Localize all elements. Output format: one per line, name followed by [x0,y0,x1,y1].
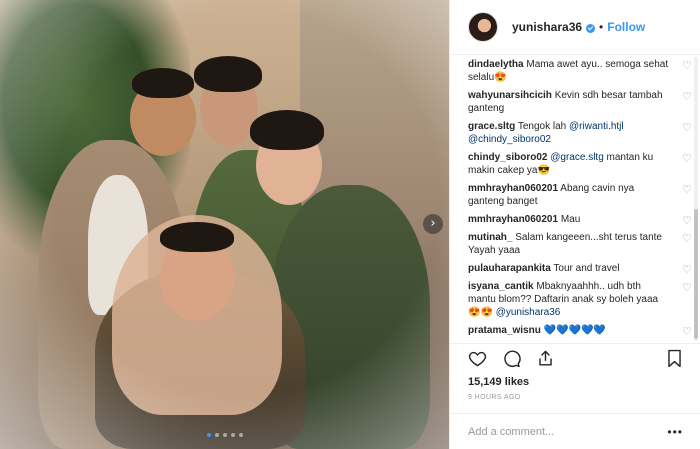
scrollbar-thumb[interactable] [694,209,698,339]
small-heart-icon[interactable]: ♡ [682,153,693,164]
comment-item: pulauharapankita Tour and travel ♡ [468,262,692,275]
follow-button[interactable]: Follow [607,20,645,34]
comments-list: dindaelytha Mama awet ayu.. semoga sehat… [450,55,700,342]
comment-username[interactable]: mmhrayhan060201 [468,214,558,225]
comment-username[interactable]: wahyunarsihcicih [468,90,552,101]
comment-item: mutinah_ Salam kangeeen...sht terus tant… [468,231,692,257]
header-username[interactable]: yunishara36 [512,20,582,34]
carousel-dot[interactable] [238,433,243,437]
comment-item: chindy_siboro02 @grace.sltg mantan ku ma… [468,151,692,177]
comment-username[interactable]: pratama_wisnu [468,325,541,336]
small-heart-icon[interactable]: ♡ [682,122,693,133]
post-photo[interactable]: › [0,0,449,449]
post-timestamp[interactable]: 9 HOURS AGO [468,394,521,401]
carousel-indicator [0,433,449,437]
carousel-dot[interactable] [230,433,235,437]
likes-count[interactable]: 15,149 likes [468,376,529,388]
comment-mention-link[interactable]: @riwanti.htjl [569,121,624,132]
comment-item: grace.sltg Tengok lah @riwanti.htjl @chi… [468,120,692,146]
comment-username[interactable]: pulauharapankita [468,263,551,274]
small-heart-icon[interactable]: ♡ [682,215,693,226]
photo-vignette [0,0,449,449]
carousel-dot[interactable] [206,433,211,437]
carousel-dot[interactable] [222,433,227,437]
small-heart-icon[interactable]: ♡ [682,184,693,195]
comment-mention-link[interactable]: @yunishara36 [496,307,561,318]
next-arrow-icon[interactable]: › [423,214,443,234]
heart-icon[interactable] [466,348,488,370]
post-header: yunishara36 • Follow [450,0,700,55]
comment-input[interactable] [468,425,668,438]
small-heart-icon[interactable]: ♡ [682,264,693,275]
comment-item: mmhrayhan060201 Mau ♡ [468,213,692,226]
small-heart-icon[interactable]: ♡ [682,91,693,102]
avatar[interactable] [468,12,498,42]
share-icon[interactable] [534,348,556,370]
small-heart-icon[interactable]: ♡ [682,326,693,337]
comment-item: wahyunarsihcicih Kevin sdh besar tambah … [468,89,692,115]
carousel-dot[interactable] [214,433,219,437]
comment-text: Tengok lah [517,121,570,132]
comment-item: pratama_wisnu 💙💙💙💙💙 ♡ [468,324,692,337]
comment-text: Tour and travel [553,263,620,274]
more-options-icon[interactable]: ••• [667,425,683,439]
header-separator: • [599,20,604,34]
post-side-panel: yunishara36 • Follow dindaelytha Mama aw… [449,0,700,449]
comment-item: isyana_cantik Mbaknyaahhh.. udh bth mant… [468,280,692,319]
add-comment-bar: ••• [450,413,700,449]
comment-username[interactable]: mmhrayhan060201 [468,183,558,194]
action-bar [450,343,700,373]
comment-mention-link[interactable]: @grace.sltg [550,152,604,163]
comment-username[interactable]: chindy_siboro02 [468,152,547,163]
comment-icon[interactable] [500,348,522,370]
comment-username[interactable]: mutinah_ [468,232,512,243]
comment-text: Mau [560,214,581,225]
comment-username[interactable]: isyana_cantik [468,281,534,292]
comment-text: 💙💙💙💙💙 [543,325,606,336]
small-heart-icon[interactable]: ♡ [682,60,693,71]
verified-badge-icon [586,23,596,33]
comment-item: dindaelytha Mama awet ayu.. semoga sehat… [468,58,692,84]
comment-mention-link[interactable]: @chindy_siboro02 [468,134,551,145]
comment-username[interactable]: dindaelytha [468,59,524,70]
comments-scrollbar[interactable] [694,57,698,341]
comment-item: mmhrayhan060201 Abang cavin nya ganteng … [468,182,692,208]
small-heart-icon[interactable]: ♡ [682,233,693,244]
small-heart-icon[interactable]: ♡ [682,282,693,293]
comment-username[interactable]: grace.sltg [468,121,515,132]
bookmark-icon[interactable] [663,348,685,370]
